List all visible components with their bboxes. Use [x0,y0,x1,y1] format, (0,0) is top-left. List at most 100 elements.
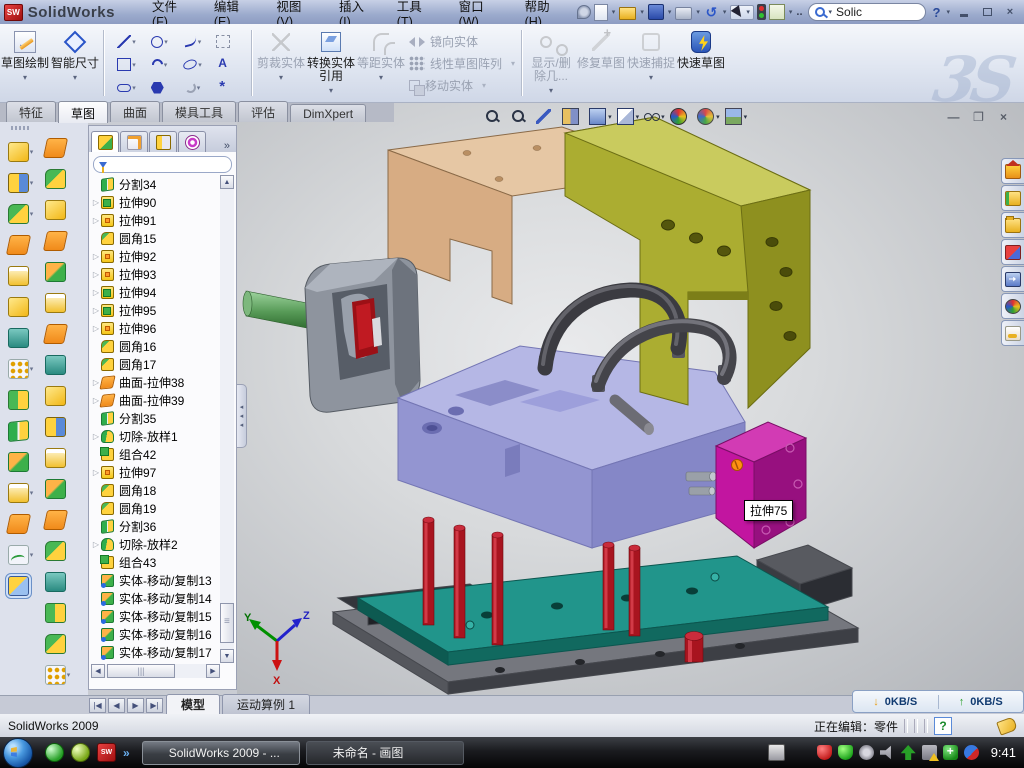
dropdown-caret-icon[interactable]: ▾ [67,671,71,679]
swept-surface-icon[interactable]: ▾ [45,194,71,225]
print-icon[interactable] [675,7,692,20]
sketch-fillet-icon[interactable]: ▾ [176,76,209,99]
thicken-icon[interactable]: ▾ [45,566,71,597]
smart-dimension-button[interactable]: 智能尺寸 ▾ [51,28,99,98]
edit-appearance-icon[interactable]: ▾ [670,108,693,125]
rectangle-icon[interactable]: ▾ [110,53,143,76]
dropdown-caret-icon[interactable]: ▾ [661,113,665,121]
messenger-icon[interactable] [45,743,64,762]
expand-arrow-icon[interactable]: ▷ [91,540,101,549]
save-icon[interactable] [648,4,664,20]
combine-icon[interactable]: ▾ [8,384,34,415]
tree-item[interactable]: ▷ 拉伸94 [91,283,220,301]
tree-item[interactable]: ▷ 拉伸92 [91,247,220,265]
quick-launch-chevron[interactable]: » [123,746,130,760]
security-app-icon[interactable] [71,743,90,762]
dropdown-caret-icon[interactable]: ▾ [379,71,383,84]
freeform-icon[interactable]: ▾ [45,597,71,628]
lofted-surface-icon[interactable]: ▾ [45,225,71,256]
graphics-viewport[interactable]: Y Z X ▾ ▾ [237,103,1024,695]
taskbar-window-button[interactable]: SolidWorks 2009 - ... [142,741,300,765]
volume-icon[interactable] [880,745,895,760]
scroll-down-button[interactable]: ▼ [220,649,234,663]
split-icon[interactable]: ▾ [8,415,34,446]
dropdown-caret-icon[interactable]: ▾ [329,84,333,97]
dropdown-caret-icon[interactable]: ▾ [198,38,202,46]
display-delete-relations-button[interactable]: 显示/删除几... ▾ [527,28,575,98]
dropdown-caret-icon[interactable]: ▾ [73,71,77,84]
close-button[interactable]: × [1000,5,1020,20]
network-warning-icon[interactable] [922,745,937,760]
instant3d-icon[interactable]: ▾ [8,570,34,601]
taskbar-window-button[interactable]: 未命名 - 画图 [306,741,464,765]
convert-entities-button[interactable]: 转换实体引用 ▾ [307,28,355,98]
fillet-icon[interactable]: ▾ [8,198,34,229]
dropdown-caret-icon[interactable]: ▾ [132,61,136,69]
move-copy-body-icon[interactable]: ▾ [8,446,34,477]
dropdown-caret-icon[interactable]: ▾ [549,84,553,97]
select-tool-button[interactable]: ▾ [730,5,754,20]
tree-item[interactable]: ▷ 拉伸96 [91,319,220,337]
tab-nav-button[interactable]: ▶| [146,698,163,713]
pin-icon[interactable] [577,5,591,19]
dropdown-caret-icon[interactable]: ▾ [649,71,653,84]
dropdown-caret-icon[interactable]: ▾ [482,81,486,90]
arc-icon[interactable]: ▾ [143,53,176,76]
tab-dimxpert-manager[interactable] [178,131,206,152]
move-entities-button[interactable]: 移动实体 ▾ [409,74,515,96]
command-tab[interactable]: DimXpert [290,104,366,122]
expand-arrow-icon[interactable]: ▷ [91,198,101,207]
command-tab[interactable]: 曲面 [110,101,160,122]
expand-arrow-icon[interactable]: ▷ [91,270,101,279]
update-gear-icon[interactable] [859,745,874,760]
dropdown-caret-icon[interactable]: ▾ [608,113,612,121]
panel-overflow-chevron[interactable]: » [220,140,234,152]
options-list-icon[interactable] [769,4,785,20]
expand-arrow-icon[interactable]: ▷ [91,432,101,441]
part-clamp-unit[interactable] [243,258,420,412]
keyboard-layout-icon[interactable] [768,744,785,761]
dome-icon[interactable]: ▾ [45,628,71,659]
search-input[interactable]: ▾ Solic [808,3,926,21]
filled-surface-icon[interactable]: ▾ [45,287,71,318]
planar-surface-icon[interactable]: ▾ [45,318,71,349]
tree-item[interactable]: ▷ 组合43 [91,553,220,571]
slot-icon[interactable]: ▾ [110,76,143,99]
repair-sketch-button[interactable]: 修复草图 ▾ [577,28,625,98]
extend-surface-icon[interactable]: ▾ [45,473,71,504]
tree-item[interactable]: ▷ 分割36 [91,517,220,535]
trim-entities-button[interactable]: 剪裁实体 ▾ [257,28,305,98]
scroll-left-button[interactable]: ◀ [91,664,105,678]
tree-item[interactable]: ▷ 圆角18 [91,481,220,499]
revolved-surface-icon[interactable]: ▾ [45,163,71,194]
boundary-surface-icon[interactable]: ▾ [45,256,71,287]
command-tab[interactable]: 模具工具 [162,101,236,122]
expand-arrow-icon[interactable]: ▷ [91,216,101,225]
tree-item[interactable]: ▷ 拉伸95 [91,301,220,319]
scroll-right-button[interactable]: ▶ [206,664,220,678]
command-tab[interactable]: 特征 [6,101,56,122]
tab-feature-manager[interactable] [91,131,119,152]
linear-pattern-icon[interactable]: ▾ [8,353,34,384]
expand-arrow-icon[interactable]: ▷ [91,252,101,261]
tab-nav-button[interactable]: ◀ [108,698,125,713]
previous-view-icon[interactable]: ▾ [536,109,557,124]
dropdown-caret-icon[interactable]: ▾ [164,61,168,69]
expand-arrow-icon[interactable]: ▷ [91,468,101,477]
dropdown-caret-icon[interactable]: ▾ [30,148,34,156]
solidworks-shortcut-icon[interactable]: SW [97,743,116,762]
restore-button[interactable] [977,5,997,20]
ruled-surface-icon[interactable]: ▾ [45,380,71,411]
tree-item[interactable]: ▷ 圆角16 [91,337,220,355]
document-tab[interactable]: 运动算例 1 [222,694,310,714]
network-speed-widget[interactable]: ↓ 0KB/S ↑ 0KB/S [852,690,1024,713]
dropdown-caret-icon[interactable]: ▾ [198,61,202,69]
reference-geometry-icon[interactable]: ▾ [45,659,71,690]
tree-item[interactable]: ▷ 圆角15 [91,229,220,247]
tree-item[interactable]: ▷ 实体-移动/复制14 [91,589,220,607]
toolbar-overflow[interactable]: .. [796,6,802,18]
part-stop-pin[interactable] [685,632,703,663]
dropdown-caret-icon[interactable]: ▾ [23,71,27,84]
new-document-icon[interactable] [594,4,608,21]
extruded-cut-icon[interactable]: ▾ [8,167,34,198]
